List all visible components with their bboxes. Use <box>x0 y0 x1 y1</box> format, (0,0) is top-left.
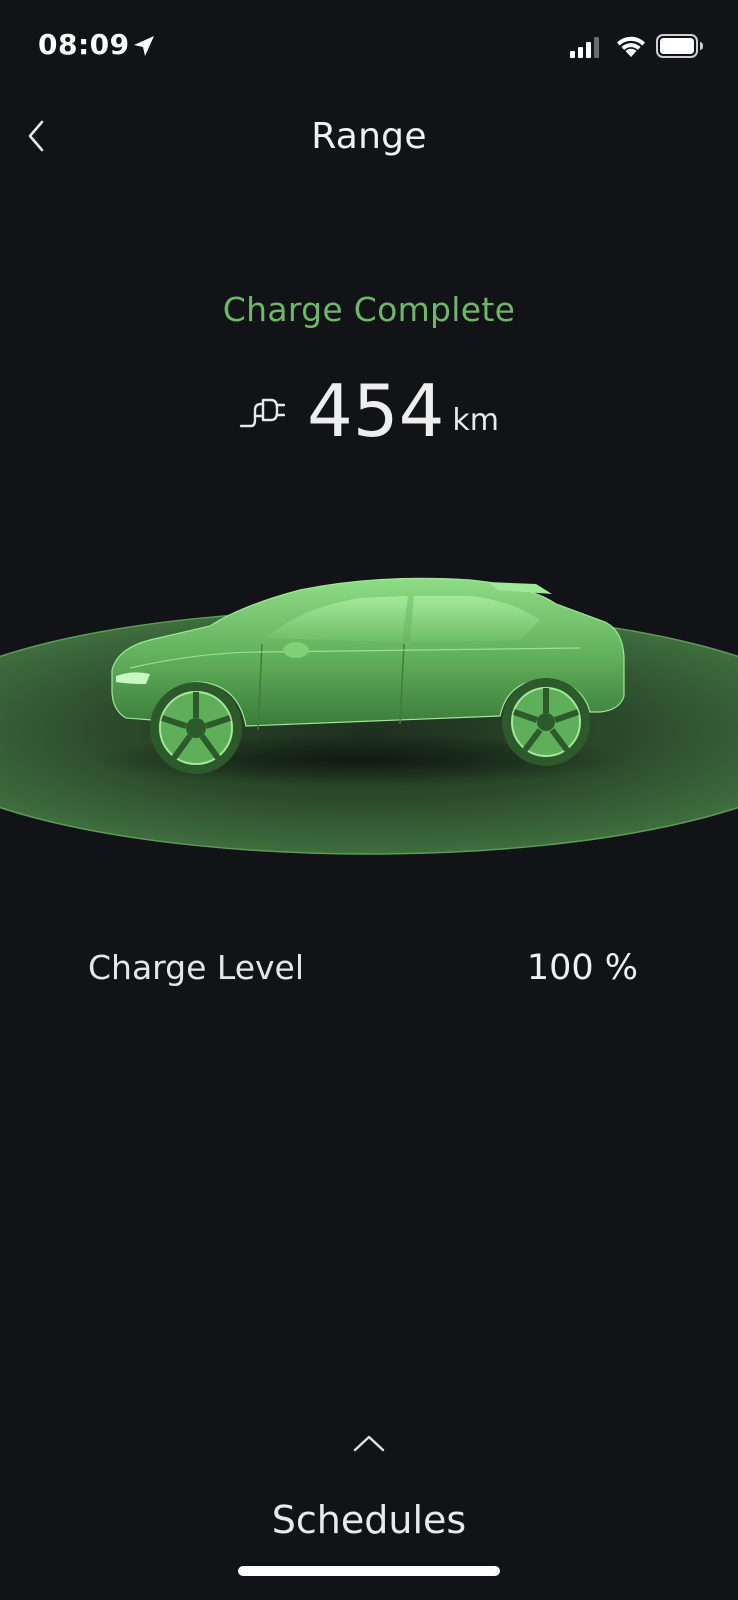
battery-icon <box>656 34 703 58</box>
cellular-signal-icon <box>570 37 599 58</box>
charge-level-value: 100 % <box>526 948 638 988</box>
location-arrow-icon <box>134 36 154 56</box>
page-title: Range <box>311 116 427 157</box>
car-illustration <box>0 577 738 855</box>
rear-wheel <box>502 678 590 766</box>
status-time: 08:09 <box>38 28 130 61</box>
status-bar: 08:09 <box>0 0 738 96</box>
wifi-icon <box>617 36 645 57</box>
range-unit: km <box>452 403 500 438</box>
home-indicator[interactable] <box>238 1566 500 1576</box>
plug-icon <box>239 398 285 428</box>
range-value: 454 <box>306 369 445 453</box>
charge-status-text: Charge Complete <box>222 290 516 329</box>
charge-level-label: Charge Level <box>88 948 305 987</box>
schedules-button[interactable]: Schedules <box>0 1498 738 1542</box>
chevron-up-icon[interactable] <box>352 1432 386 1454</box>
range-readout: 454 km <box>0 360 738 450</box>
front-wheel <box>150 682 242 774</box>
nav-header: Range <box>0 96 738 186</box>
